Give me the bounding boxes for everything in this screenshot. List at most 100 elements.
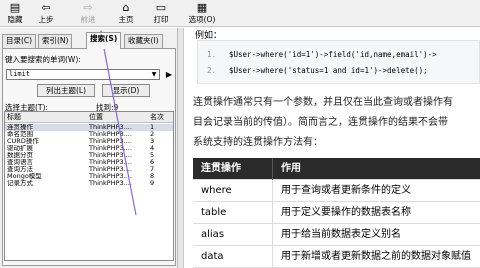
list-header: 标题 位置 名次 (5, 112, 173, 123)
row-title: 驱动扩展 (7, 145, 33, 152)
table-row: where 用于查询或者更新条件的定义 (193, 180, 480, 202)
line-number: 2. (207, 66, 217, 75)
options-button[interactable]: ▦ 选项(O) (186, 1, 218, 26)
row-title: 查询方法 (7, 166, 33, 173)
table-cell: data (193, 246, 273, 268)
dropdown-arrow-icon[interactable]: ▼ (149, 70, 159, 79)
row-title: 查询语言 (7, 159, 33, 166)
topic-list[interactable]: 标题 位置 名次 连贯操作 ThinkPHP3.... 1 命名范围 Think… (4, 111, 174, 261)
toolbar: ▤ 隐藏 ⇦ 上步 ⇨ 前进 ⌂ 主页 ▭ 打印 ▦ 选项(O) (0, 0, 480, 27)
back-label: 上步 (38, 15, 54, 24)
arrow-right-icon[interactable]: ▶ (164, 70, 174, 79)
line-number: 1. (207, 50, 217, 59)
table-cell: 用于查询或者更新条件的定义 (281, 185, 411, 196)
table-cell: 用于定义要操作的数据表名称 (281, 207, 411, 218)
tab-contents[interactable]: 目录(C) (2, 34, 37, 48)
print-icon: ▭ (155, 1, 167, 14)
row-location: ThinkPHP3.... (89, 145, 132, 152)
list-item[interactable]: 查询方法 ThinkPHP3.... 7 (5, 166, 173, 173)
table-row: table 用于定义要操作的数据表名称 (193, 202, 480, 224)
paragraph-line: 目会记录当前的传值）。简而言之，连贯操作的结果不会带 (193, 117, 448, 128)
row-title: 数据分页 (7, 152, 33, 159)
row-rank: 5 (150, 152, 155, 159)
hide-icon: ▤ (9, 1, 21, 14)
back-icon: ⇦ (41, 1, 51, 14)
row-rank: 9 (150, 180, 155, 187)
header-cell: 作用 (281, 163, 301, 174)
paragraph-line: 系统支持的连贯操作方法有： (193, 137, 323, 148)
tab-search[interactable]: 搜索(S) (86, 32, 122, 49)
pane-splitter[interactable] (178, 28, 184, 268)
column-location[interactable]: 位置 (89, 112, 139, 123)
row-rank: 3 (150, 138, 155, 145)
row-rank: 8 (150, 173, 155, 180)
code-text: $User->where('status=1 and id=1')->delet… (229, 66, 428, 75)
tab-strip: 目录(C) 索引(N) 搜索(S) 收藏夹(I) (0, 32, 178, 49)
list-item[interactable]: 驱动扩展 ThinkPHP3.... 4 (5, 145, 173, 152)
row-location: ThinkPHP3.... (89, 138, 132, 145)
table-cell: where (193, 180, 273, 202)
table-cell: 用于给当前数据表定义别名 (281, 229, 401, 240)
list-item[interactable]: 查询语言 ThinkPHP3.... 6 (5, 159, 173, 166)
list-item[interactable]: CURD操作 ThinkPHP3.... 3 (5, 138, 173, 145)
table-header: 连贯操作 作用 (193, 158, 480, 180)
list-topics-button[interactable]: 列出主题(L) (37, 84, 95, 97)
row-location: ThinkPHP3.... (89, 180, 132, 187)
forward-label: 前进 (80, 15, 96, 24)
options-label: 选项(O) (188, 15, 216, 24)
row-location: ThinkPHP3.... (89, 159, 132, 166)
list-item[interactable]: 记录方式 ThinkPHP3.... 9 (5, 180, 173, 187)
row-rank: 7 (150, 166, 155, 173)
home-icon: ⌂ (122, 1, 130, 14)
row-location: ThinkPHP3.... (89, 131, 132, 138)
tab-favorites[interactable]: 收藏夹(I) (124, 34, 163, 48)
header-cell: 连贯操作 (193, 158, 273, 180)
row-rank: 6 (150, 159, 155, 166)
code-text: $User->where('id=1')->field('id,name,ema… (229, 50, 437, 59)
column-rank[interactable]: 名次 (150, 112, 172, 123)
list-item[interactable]: 连贯操作 ThinkPHP3.... 1 (5, 124, 173, 131)
back-button[interactable]: ⇦ 上步 (34, 1, 58, 26)
list-item[interactable]: Mongo模型 ThinkPHP3.... 8 (5, 173, 173, 180)
row-title: 命名范围 (7, 131, 33, 138)
row-location: ThinkPHP3.... (89, 124, 132, 131)
table-row: data 用于新增或者更新数据之前的数据对象赋值 (193, 246, 480, 268)
search-panel: 键入要搜索的单词(W): limit ▼ ▶ 列出主题(L) 显示(D) 选择主… (2, 48, 176, 266)
hide-button[interactable]: ▤ 隐藏 (4, 1, 26, 26)
row-location: ThinkPHP3.... (89, 166, 132, 173)
list-item[interactable]: 命名范围 ThinkPHP3.... 2 (5, 131, 173, 138)
row-rank: 2 (150, 131, 155, 138)
row-rank: 1 (150, 124, 155, 131)
navigation-pane: 目录(C) 索引(N) 搜索(S) 收藏夹(I) 键入要搜索的单词(W): li… (0, 28, 178, 268)
table-cell: 用于新增或者更新数据之前的数据对象赋值 (281, 251, 471, 262)
options-icon: ▦ (196, 1, 208, 14)
table-row: alias 用于给当前数据表定义别名 (193, 224, 480, 246)
table-cell: alias (193, 224, 273, 246)
tab-index[interactable]: 索引(N) (38, 34, 73, 48)
column-title[interactable]: 标题 (7, 112, 77, 123)
keyword-input[interactable]: limit (6, 69, 160, 80)
row-title: 连贯操作 (7, 124, 33, 131)
display-button[interactable]: 显示(D) (102, 84, 150, 97)
hide-label: 隐藏 (7, 15, 23, 24)
table-cell: table (193, 202, 273, 224)
row-title: CURD操作 (7, 138, 39, 145)
paragraph-line: 连贯操作通常只有一个参数，并且仅在当此查询或者操作有 (193, 97, 453, 108)
row-location: ThinkPHP3.... (89, 173, 132, 180)
forward-icon: ⇨ (83, 1, 93, 14)
code-block: 1. $User->where('id=1')->field('id,name,… (197, 40, 480, 84)
list-item[interactable]: 数据分页 ThinkPHP3.... 5 (5, 152, 173, 159)
code-line: 2. $User->where('status=1 and id=1')->de… (198, 65, 480, 77)
row-title: Mongo模型 (7, 173, 42, 180)
row-title: 记录方式 (7, 180, 33, 187)
content-pane: 例如： 1. $User->where('id=1')->field('id,n… (185, 28, 480, 268)
code-line: 1. $User->where('id=1')->field('id,name,… (198, 49, 480, 61)
print-button[interactable]: ▭ 打印 (150, 1, 172, 26)
home-button[interactable]: ⌂ 主页 (115, 1, 137, 26)
row-location: ThinkPHP3.... (89, 152, 132, 159)
keyword-label: 键入要搜索的单词(W): (5, 55, 81, 64)
forward-button[interactable]: ⇨ 前进 (76, 1, 100, 26)
home-label: 主页 (118, 15, 134, 24)
row-rank: 4 (150, 145, 155, 152)
print-label: 打印 (153, 15, 169, 24)
